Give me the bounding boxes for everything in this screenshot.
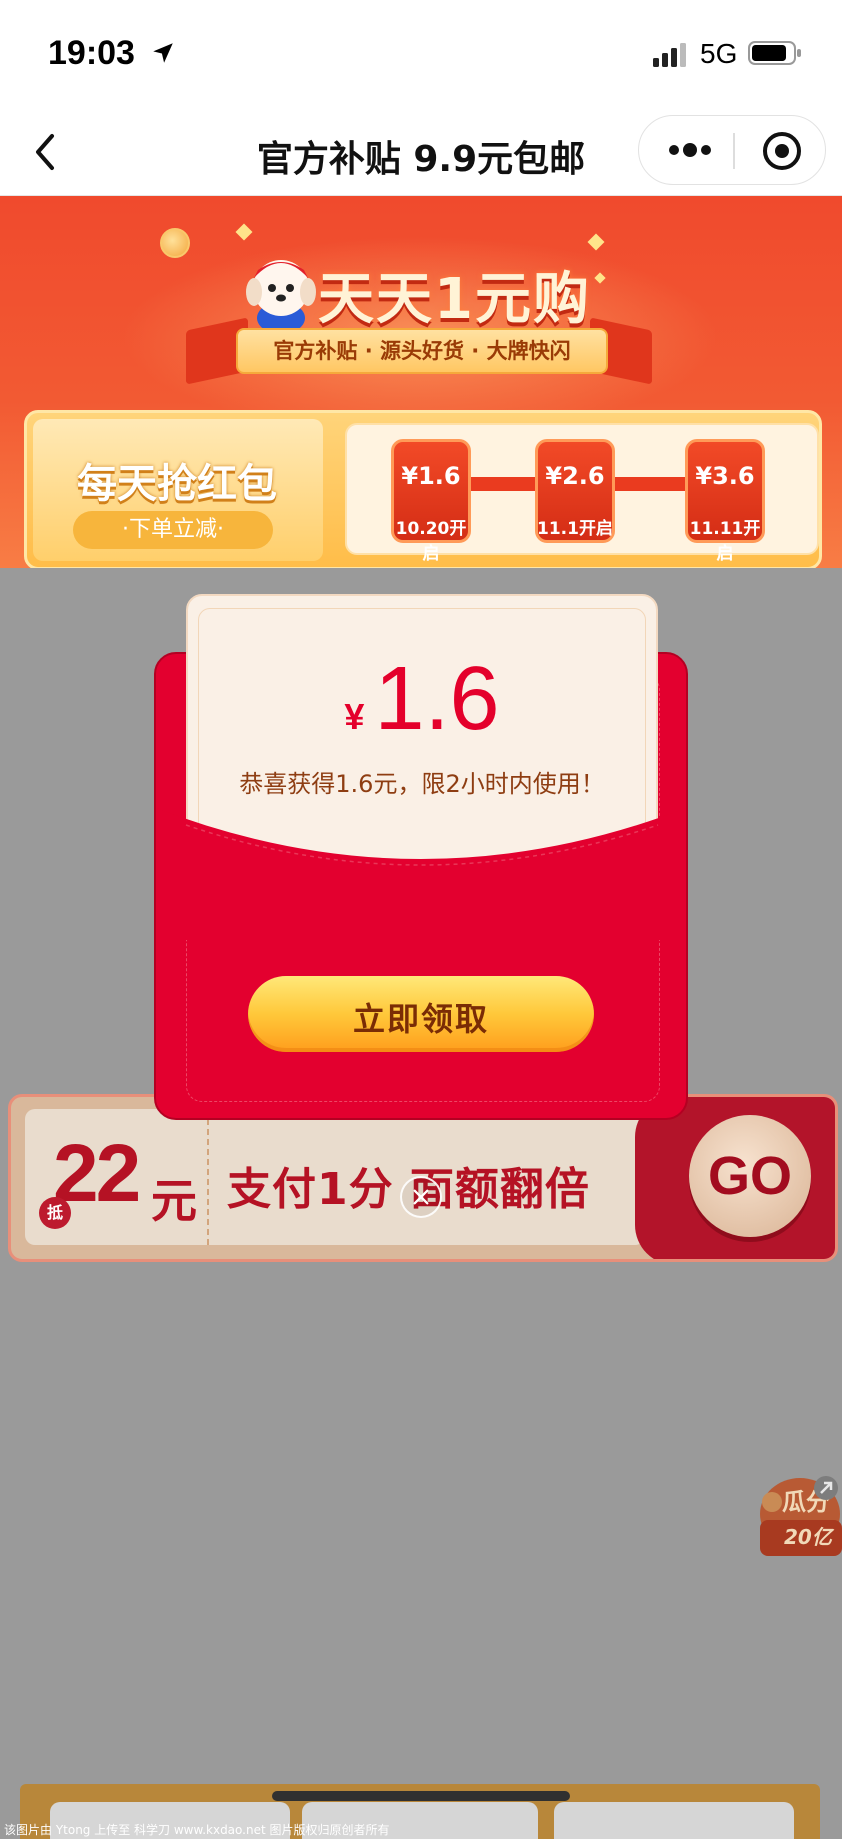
reward-message: 恭喜获得1.6元，限2小时内使用！ [239,770,605,798]
reward-amount: 1.6 [374,649,500,749]
bottom-tab[interactable] [554,1802,794,1839]
nav-bar: 官方补贴 9.9元包邮 [0,110,842,196]
banner-title: 天天1元购 [318,267,591,332]
daily-redpacket-title: 每天抢红包 [77,461,277,507]
stage-1[interactable]: ¥1.6 10.20开启 [391,439,471,564]
reward-amount-row: ¥1.6 [186,648,658,751]
status-bar: 19:03 5G [0,0,842,110]
close-popup-icon[interactable] [400,1176,442,1218]
packet-flap [156,808,686,940]
stage-date: 10.20开启 [395,519,467,564]
stage-value: ¥2.6 [545,462,605,490]
more-dots-icon[interactable] [667,138,713,162]
promo-banner: 天天1元购 官方补贴 · 源头好货 · 大牌快闪 每天抢红包 ·下单立减· ¥1… [0,196,842,568]
claim-button-label: 立即领取 [352,1000,489,1038]
coupon-go-area: GO [635,1097,835,1259]
close-miniprogram-target-icon[interactable] [761,130,803,172]
floating-bonus-widget-icon[interactable]: 瓜分 20亿 [752,1474,842,1566]
status-time: 19:03 [48,34,135,72]
location-arrow-icon [153,43,173,63]
stage-date: 11.1开启 [537,519,613,539]
network-type: 5G [700,38,738,69]
daily-redpacket-subtitle: ·下单立减· [73,511,273,549]
currency-symbol: ¥ [344,696,365,737]
stage-value: ¥3.6 [695,462,755,490]
banner-ribbon: 官方补贴 · 源头好货 · 大牌快闪 [236,328,608,374]
joy-dog-mascot-icon [246,260,316,334]
coupon-unit: 元 [151,1174,197,1228]
float-widget-text-bottom: 20亿 [784,1525,835,1549]
stage-value: ¥1.6 [401,462,461,490]
claim-now-button[interactable]: 立即领取 [248,976,594,1052]
go-button[interactable]: GO [689,1115,811,1237]
coupon-badge: 抵 [39,1197,71,1229]
daily-redpacket-header: 每天抢红包 ·下单立减· [33,419,323,561]
mini-program-capsule [638,115,826,185]
coin-decoration [160,228,190,258]
daily-redpacket-card[interactable]: 每天抢红包 ·下单立减· ¥1.6 10.20开启 ¥2.6 11.1开启 ¥3… [24,410,822,568]
stage-2[interactable]: ¥2.6 11.1开启 [535,439,615,543]
battery-icon [748,41,801,65]
redpacket-stages: ¥1.6 10.20开启 ¥2.6 11.1开启 ¥3.6 11.11开启 [345,423,819,564]
home-indicator[interactable] [272,1791,570,1801]
capsule-divider [733,133,735,169]
watermark-text: 该图片由 Ytong 上传至 科学刀 www.kxdao.net 图片版权归原创… [4,1823,390,1837]
signal-icon [653,43,686,67]
coupon-divider [207,1109,209,1245]
go-label: GO [707,1146,792,1206]
stage-3[interactable]: ¥3.6 11.11开启 [685,439,765,564]
stage-date: 11.11开启 [689,519,761,564]
